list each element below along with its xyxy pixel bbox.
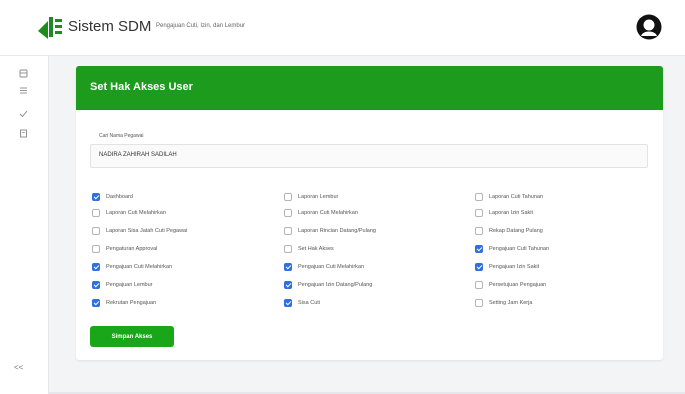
permission-checkbox[interactable] — [284, 281, 292, 289]
list-icon[interactable] — [19, 86, 28, 95]
permission-label: Dashboard — [106, 194, 133, 200]
permission-item[interactable]: Rekap Datang Pulang — [475, 226, 543, 236]
permission-item[interactable]: Sisa Cuti — [284, 298, 320, 308]
document-icon[interactable] — [19, 129, 28, 138]
permission-checkbox[interactable] — [284, 263, 292, 271]
permission-label: Pengajuan Izin Sakit — [489, 264, 540, 270]
permission-checkbox[interactable] — [284, 245, 292, 253]
card-header: Set Hak Akses User — [76, 66, 663, 110]
permission-checkbox[interactable] — [475, 245, 483, 253]
permission-item[interactable]: Persetujuan Pengajuan — [475, 280, 546, 290]
permission-label: Laporan Rincian Datang/Pulang — [298, 228, 376, 234]
employee-select[interactable]: NADIRA ZAHIRAH SADILAH — [90, 144, 648, 168]
app-title: Sistem SDM — [68, 18, 152, 35]
permission-label: Pengajuan Cuti Tahunan — [489, 246, 550, 252]
permission-label: Pengaturan Approval — [106, 246, 158, 252]
permission-item[interactable]: Rekrutan Pengajuan — [92, 298, 156, 308]
permission-checkbox[interactable] — [92, 299, 100, 307]
permission-checkbox[interactable] — [475, 263, 483, 271]
access-card: Set Hak Akses User Cari Nama Pegawai NAD… — [76, 66, 663, 360]
permission-label: Laporan Sisa Jatah Cuti Pegawai — [106, 228, 188, 234]
permission-item[interactable]: Pengajuan Cuti Tahunan — [475, 244, 549, 254]
card-title: Set Hak Akses User — [90, 81, 193, 93]
permission-label: Setting Jam Kerja — [489, 300, 533, 306]
permission-checkbox[interactable] — [475, 209, 483, 217]
permission-checkbox[interactable] — [284, 227, 292, 235]
save-access-button[interactable]: Simpan Akses — [90, 326, 174, 347]
permission-item[interactable]: Set Hak Akses — [284, 244, 334, 254]
permission-item[interactable]: Pengajuan Cuti Melahirkan — [284, 262, 364, 272]
permission-label: Laporan Lembur — [298, 194, 339, 200]
permission-item[interactable]: Laporan Lembur — [284, 192, 338, 202]
sidebar: << — [0, 56, 49, 394]
permission-item[interactable]: Laporan Rincian Datang/Pulang — [284, 226, 376, 236]
app-logo-icon — [38, 17, 62, 39]
permission-item[interactable]: Laporan Izin Sakit — [475, 208, 533, 218]
app-subtitle: Pengajuan Cuti, Izin, dan Lembur — [156, 23, 246, 29]
permission-checkbox[interactable] — [92, 245, 100, 253]
permission-checkbox[interactable] — [92, 227, 100, 235]
permission-label: Laporan Cuti Tahunan — [489, 194, 544, 200]
permission-item[interactable]: Laporan Cuti Melahirkan — [92, 208, 166, 218]
employee-value: NADIRA ZAHIRAH SADILAH — [99, 152, 177, 158]
collapse-sidebar-button[interactable]: << — [14, 363, 23, 372]
permission-item[interactable]: Laporan Sisa Jatah Cuti Pegawai — [92, 226, 187, 236]
user-avatar-icon[interactable] — [636, 14, 662, 40]
permission-item[interactable]: Pengajuan Cuti Melahirkan — [92, 262, 172, 272]
permission-item[interactable]: Laporan Cuti Melahirkan — [284, 208, 358, 218]
permission-checkbox[interactable] — [475, 227, 483, 235]
permission-label: Pengajuan Cuti Melahirkan — [106, 264, 173, 270]
employee-label: Cari Nama Pegawai — [99, 133, 144, 139]
permission-item[interactable]: Setting Jam Kerja — [475, 298, 532, 308]
permission-label: Rekap Datang Pulang — [489, 228, 543, 234]
check-icon[interactable] — [19, 109, 28, 118]
permission-label: Sisa Cuti — [298, 300, 321, 306]
permission-item[interactable]: Laporan Cuti Tahunan — [475, 192, 543, 202]
permission-checkbox[interactable] — [92, 263, 100, 271]
permission-checkbox[interactable] — [475, 299, 483, 307]
permission-label: Pengajuan Cuti Melahirkan — [298, 264, 365, 270]
permission-checkbox[interactable] — [284, 299, 292, 307]
permission-item[interactable]: Pengajuan Izin Sakit — [475, 262, 539, 272]
permission-label: Persetujuan Pengajuan — [489, 282, 547, 288]
permission-item[interactable]: Pengaturan Approval — [92, 244, 157, 254]
permission-label: Laporan Cuti Melahirkan — [106, 210, 166, 216]
permission-checkbox[interactable] — [475, 281, 483, 289]
permission-checkbox[interactable] — [475, 193, 483, 201]
permission-checkbox[interactable] — [92, 193, 100, 201]
permission-label: Rekrutan Pengajuan — [106, 300, 157, 306]
permission-checkbox[interactable] — [284, 209, 292, 217]
permission-label: Set Hak Akses — [298, 246, 334, 252]
permission-checkbox[interactable] — [284, 193, 292, 201]
permission-label: Laporan Izin Sakit — [489, 210, 534, 216]
top-bar: Sistem SDM Pengajuan Cuti, Izin, dan Lem… — [0, 0, 685, 56]
permission-label: Pengajuan Izin Datang/Pulang — [298, 282, 373, 288]
permission-label: Pengajuan Lembur — [106, 282, 153, 288]
permission-item[interactable]: Pengajuan Izin Datang/Pulang — [284, 280, 372, 290]
dashboard-icon[interactable] — [19, 69, 28, 78]
permission-checkbox[interactable] — [92, 281, 100, 289]
permission-checkbox[interactable] — [92, 209, 100, 217]
permission-item[interactable]: Pengajuan Lembur — [92, 280, 152, 290]
permission-item[interactable]: Dashboard — [92, 192, 133, 202]
permission-label: Laporan Cuti Melahirkan — [298, 210, 358, 216]
